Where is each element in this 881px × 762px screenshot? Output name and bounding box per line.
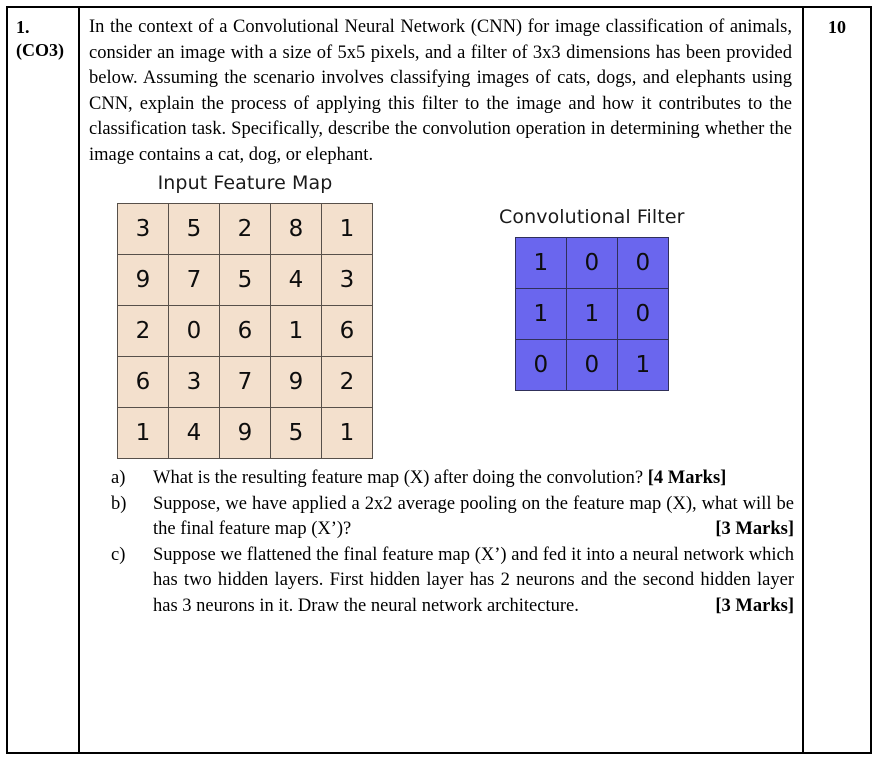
input-cell: 3: [117, 203, 169, 255]
input-cell: 9: [219, 407, 271, 459]
table-row: 9 7 5 4 3: [117, 254, 373, 306]
input-cell: 5: [219, 254, 271, 306]
question-table: 1. (CO3) In the context of a Convolution…: [6, 6, 872, 754]
input-cell: 0: [168, 305, 220, 357]
convolutional-filter-grid: 1 0 0 1 1 0 0 0 1: [514, 237, 669, 391]
input-cell: 7: [168, 254, 220, 306]
input-cell: 1: [270, 305, 322, 357]
question-statement: In the context of a Convolutional Neural…: [89, 17, 792, 165]
input-cell: 5: [270, 407, 322, 459]
convolutional-filter-title: Convolutional Filter: [499, 206, 685, 228]
table-row: 1 4 9 5 1: [117, 407, 373, 459]
input-cell: 6: [117, 356, 169, 408]
filter-cell: 0: [616, 288, 669, 340]
figures-container: Input Feature Map 3 5 2 8 1 9 7 5 4 3 2 …: [89, 172, 794, 466]
filter-cell: 1: [514, 288, 567, 340]
subquestion-marks-c: [3 Marks]: [715, 595, 794, 616]
input-cell: 4: [168, 407, 220, 459]
course-outcome-code: (CO3): [16, 40, 64, 60]
list-item: a) What is the resulting feature map (X)…: [89, 466, 794, 492]
input-cell: 2: [219, 203, 271, 255]
filter-cell: 0: [565, 237, 618, 289]
input-cell: 2: [321, 356, 373, 408]
subquestion-marker-b: b): [111, 493, 127, 514]
subquestion-text-c: Suppose we flattened the final feature m…: [153, 544, 794, 616]
filter-cell: 0: [514, 339, 567, 391]
input-cell: 8: [270, 203, 322, 255]
input-cell: 3: [168, 356, 220, 408]
input-cell: 6: [219, 305, 271, 357]
input-cell: 1: [321, 203, 373, 255]
marks-value: 10: [828, 17, 846, 37]
filter-cell: 1: [514, 237, 567, 289]
convolutional-filter-figure: Convolutional Filter 1 0 0 1 1 0 0 0 1: [499, 206, 685, 391]
table-row: 6 3 7 9 2: [117, 356, 373, 408]
table-row: 1 1 0: [514, 288, 669, 340]
input-cell: 5: [168, 203, 220, 255]
table-row: 2 0 6 1 6: [117, 305, 373, 357]
filter-cell: 1: [565, 288, 618, 340]
exam-question-page: 1. (CO3) In the context of a Convolution…: [0, 0, 881, 762]
question-body-cell: In the context of a Convolutional Neural…: [80, 8, 804, 752]
subquestion-text-a: What is the resulting feature map (X) af…: [153, 468, 644, 488]
subquestion-list: a) What is the resulting feature map (X)…: [89, 466, 794, 619]
subquestion-marks-a: [4 Marks]: [647, 468, 727, 488]
question-number-cell: 1. (CO3): [8, 8, 80, 752]
subquestion-marker-c: c): [111, 544, 126, 565]
subquestion-marks-b: [3 Marks]: [715, 519, 794, 539]
input-feature-map-grid: 3 5 2 8 1 9 7 5 4 3 2 0 6 1 6 6 3 7 9 2 …: [117, 203, 373, 459]
subquestion-text-b: Suppose, we have applied a 2x2 average p…: [153, 493, 794, 540]
input-cell: 9: [270, 356, 322, 408]
question-number: 1.: [16, 17, 30, 37]
list-item: b) Suppose, we have applied a 2x2 averag…: [89, 492, 794, 543]
table-row: 3 5 2 8 1: [117, 203, 373, 255]
input-cell: 2: [117, 305, 169, 357]
input-feature-map-title: Input Feature Map: [157, 172, 333, 194]
table-row: 0 0 1: [514, 339, 669, 391]
filter-cell: 0: [565, 339, 618, 391]
input-feature-map-figure: Input Feature Map 3 5 2 8 1 9 7 5 4 3 2 …: [117, 172, 373, 459]
filter-cell: 0: [616, 237, 669, 289]
input-cell: 4: [270, 254, 322, 306]
input-cell: 1: [117, 407, 169, 459]
filter-cell: 1: [616, 339, 669, 391]
marks-cell: 10: [804, 8, 870, 752]
subquestion-marker-a: a): [111, 468, 126, 488]
input-cell: 6: [321, 305, 373, 357]
input-cell: 7: [219, 356, 271, 408]
input-cell: 3: [321, 254, 373, 306]
input-cell: 9: [117, 254, 169, 306]
input-cell: 1: [321, 407, 373, 459]
list-item: c) Suppose we flattened the final featur…: [89, 543, 794, 620]
table-row: 1 0 0: [514, 237, 669, 289]
